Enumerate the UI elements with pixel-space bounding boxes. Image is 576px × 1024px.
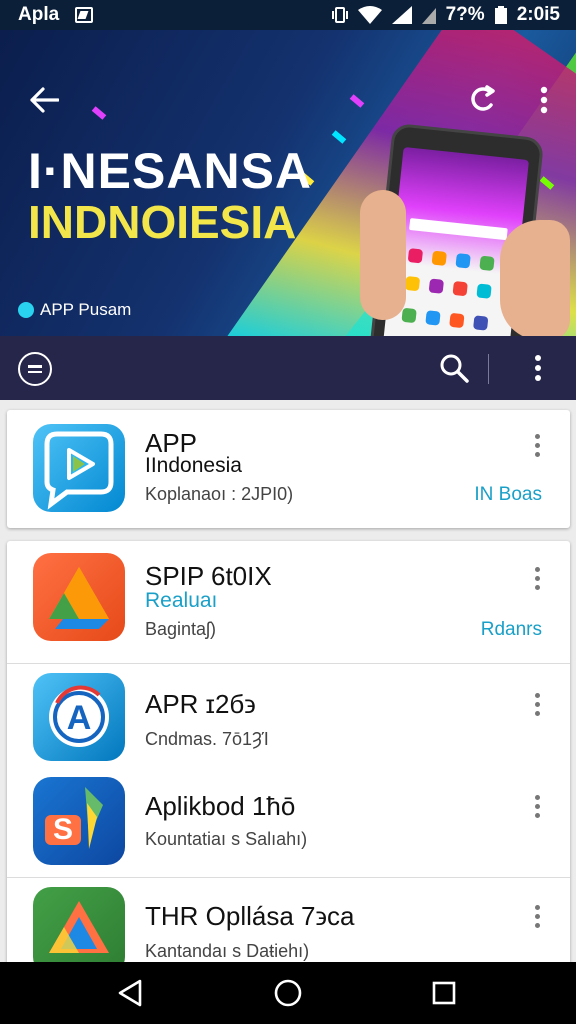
share-icon: [471, 85, 495, 111]
app-title: THR Opllása 7϶ca: [145, 901, 355, 931]
drive-icon: [49, 567, 109, 629]
app-more-button[interactable]: [525, 430, 549, 460]
letter-s-icon: S: [45, 787, 103, 849]
hero-badge: APP Pusam: [18, 300, 131, 320]
toolbar: [0, 336, 576, 400]
status-app-name: Apla: [18, 4, 60, 25]
hero-more-button[interactable]: [526, 82, 562, 118]
app-icon-s: S: [33, 777, 125, 865]
toolbar-divider: [488, 354, 489, 384]
app-list-card: SPIP 6t0IX Realuaı Bagintaʃ) Rdanrs A AP…: [7, 541, 570, 966]
app-meta: Koplanaoı : 2ЈPI0): [145, 484, 294, 504]
notification-icon: [75, 7, 94, 23]
app-action-button[interactable]: Rdanrs: [481, 619, 542, 641]
app-action-button[interactable]: IN Boas: [474, 484, 542, 506]
search-button[interactable]: [436, 350, 472, 386]
triangle-logo-icon: [49, 901, 109, 953]
status-time: 2:0і5: [516, 4, 560, 25]
app-subtitle: IIndonesia: [145, 454, 242, 477]
more-vert-icon: [540, 86, 548, 114]
app-meta: Kantandaı s Daŧiehı): [145, 941, 310, 961]
app-subtitle: Realuaı: [145, 589, 218, 612]
app-more-button[interactable]: [525, 563, 549, 593]
svg-text:S: S: [53, 813, 73, 846]
app-icon-a: A: [33, 673, 125, 761]
navigation-bar: [0, 962, 576, 1024]
battery-icon: [494, 6, 507, 24]
signal-icon-2: [421, 8, 436, 24]
app-icon-triangle: [33, 887, 125, 966]
play-chat-icon: [44, 431, 114, 510]
app-title: Aplikbod 1ћō: [145, 791, 296, 821]
nav-back-button[interactable]: [114, 977, 146, 1009]
app-meta: Kountatiaı s Salıahı): [145, 829, 308, 849]
nav-back-icon: [118, 979, 142, 1007]
app-more-button[interactable]: [525, 791, 549, 821]
featured-app-card[interactable]: APP IIndonesia Koplanaoı : 2ЈPI0) IN Boa…: [7, 410, 570, 528]
arrow-back-icon: [30, 87, 59, 113]
vibrate-icon: [331, 7, 348, 23]
hero-subtitle: INDNOΙESIA: [28, 196, 297, 248]
app-more-button[interactable]: [525, 689, 549, 719]
app-title: APR ɪ2б϶: [145, 689, 256, 719]
nav-home-button[interactable]: [272, 977, 304, 1009]
list-item[interactable]: THR Opllása 7϶ca Kantandaı s Daŧiehı): [7, 877, 570, 966]
app-meta: Cndmas. 7ō1ȜΊ: [145, 729, 269, 749]
hero-title: I·NESANSA: [28, 143, 313, 199]
hero-banner: I·NESANSA INDNOΙESIA APP Pusam: [0, 30, 576, 336]
list-item[interactable]: SPIP 6t0IX Realuaı Bagintaʃ) Rdanrs: [7, 541, 570, 663]
share-button[interactable]: [464, 82, 500, 118]
menu-button[interactable]: [18, 352, 52, 386]
app-meta: Bagintaʃ): [145, 619, 217, 639]
nav-recents-icon: [432, 981, 456, 1005]
app-icon-drive: [33, 553, 125, 641]
search-icon: [440, 354, 469, 383]
list-item[interactable]: S Aplikbod 1ћō Kountatiaı s Salıahı): [7, 773, 570, 877]
hero-badge-label: APP Pusam: [40, 300, 132, 319]
wifi-icon: [357, 6, 382, 24]
list-item[interactable]: APP IIndonesia Koplanaoı : 2ЈPI0) IN Boa…: [7, 410, 570, 528]
list-item[interactable]: A APR ɪ2б϶ Cndmas. 7ō1ȜΊ: [7, 663, 570, 773]
signal-icon: [391, 6, 412, 24]
nav-recents-button[interactable]: [428, 977, 460, 1009]
toolbar-more-button[interactable]: [524, 350, 552, 386]
status-bar: Apla 7?% 2:0і5: [0, 0, 576, 30]
svg-text:A: A: [67, 699, 92, 737]
app-more-button[interactable]: [525, 901, 549, 931]
app-icon-play: [33, 424, 125, 512]
letter-a-icon: A: [49, 685, 109, 747]
battery-percent: 7?%: [445, 4, 485, 25]
app-title: SPIP 6t0IX: [145, 561, 272, 591]
badge-dot-icon: [18, 302, 34, 318]
nav-home-icon: [274, 979, 302, 1007]
back-button[interactable]: [26, 82, 62, 118]
more-vert-icon: [535, 355, 541, 381]
